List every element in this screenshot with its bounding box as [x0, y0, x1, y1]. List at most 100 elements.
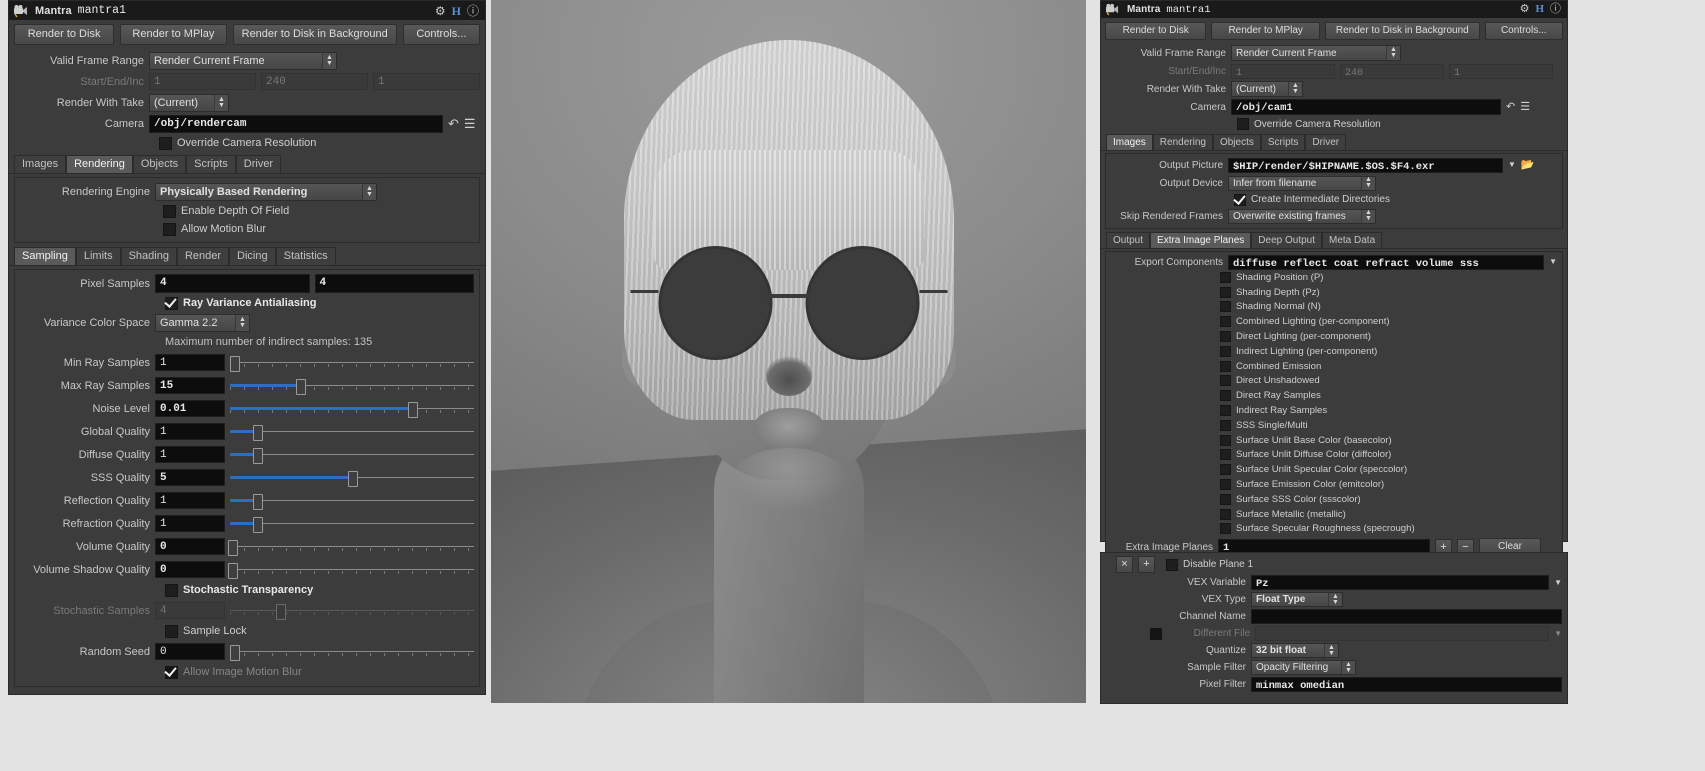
pixel-samples-y-field[interactable]: 4 — [314, 274, 474, 293]
indirect-lighting-checkbox[interactable] — [1220, 345, 1231, 357]
direct-unshadowed-checkbox[interactable] — [1220, 375, 1231, 387]
subtab-limits[interactable]: Limits — [75, 247, 121, 265]
tab-rendering[interactable]: Rendering — [66, 155, 133, 173]
frame-end-field[interactable]: 240 — [1340, 63, 1444, 79]
tab-driver[interactable]: Driver — [235, 155, 282, 173]
subtab-dicing[interactable]: Dicing — [229, 247, 276, 265]
shading-normal-checkbox[interactable] — [1220, 301, 1231, 313]
render-to-mplay-button[interactable]: Render to MPlay — [120, 24, 227, 45]
tab-scripts[interactable]: Scripts — [186, 155, 236, 173]
direct-lighting-checkbox[interactable] — [1220, 331, 1231, 343]
surface-metallic-checkbox[interactable] — [1220, 508, 1231, 520]
camera-picker-icon[interactable]: ☰ — [464, 117, 476, 130]
chevron-down-icon[interactable]: ▼ — [1554, 629, 1562, 638]
stochastic-transparency-row[interactable]: Stochastic Transparency — [15, 581, 479, 599]
render-viewport[interactable] — [491, 0, 1086, 703]
pixel-filter-field[interactable]: minmax omedian — [1251, 677, 1562, 692]
enable-depth-of-field-row[interactable]: Enable Depth Of Field — [15, 202, 479, 220]
override-camera-resolution-row[interactable]: Override Camera Resolution — [1101, 116, 1567, 132]
tab-scripts[interactable]: Scripts — [1260, 134, 1306, 150]
subtab-meta-data[interactable]: Meta Data — [1322, 232, 1383, 248]
override-camera-resolution-checkbox[interactable] — [1237, 118, 1249, 130]
min-ray-samples-slider[interactable] — [230, 355, 474, 372]
render-to-disk-bg-button[interactable]: Render to Disk in Background — [1325, 22, 1480, 40]
shading-depth-checkbox[interactable] — [1220, 286, 1231, 298]
valid-frame-range-menu[interactable]: Render Current Frame ▲ ▼ — [1231, 45, 1401, 61]
vex-type-menu[interactable]: Float Type ▲ ▼ — [1251, 592, 1343, 607]
camera-picker-icon[interactable]: ☰ — [1520, 101, 1530, 113]
noise-level-slider[interactable] — [230, 401, 474, 418]
sss-quality-slider[interactable] — [230, 470, 474, 487]
refraction-quality-slider[interactable] — [230, 516, 474, 533]
render-to-mplay-button[interactable]: Render to MPlay — [1211, 22, 1321, 40]
sss-quality-field[interactable]: 5 — [155, 469, 225, 486]
min-ray-samples-field[interactable]: 1 — [155, 354, 225, 371]
file-browser-icon[interactable]: 📂 — [1521, 159, 1535, 171]
different-file-field[interactable] — [1255, 626, 1550, 641]
stochastic-samples-slider[interactable] — [230, 603, 474, 620]
checkbox-row[interactable]: Surface Unlit Diffuse Color (diffcolor) — [1106, 448, 1562, 463]
render-with-take-menu[interactable]: (Current) ▲ ▼ — [1231, 81, 1303, 97]
export-components-field[interactable]: diffuse reflect coat refract volume sss — [1228, 254, 1545, 270]
ray-variance-antialiasing-checkbox[interactable] — [165, 296, 178, 310]
frame-start-field[interactable]: 1 — [149, 73, 256, 90]
checkbox-row[interactable]: Surface SSS Color (ssscolor) — [1106, 492, 1562, 507]
override-camera-resolution-checkbox[interactable] — [159, 136, 172, 150]
diffuse-quality-slider[interactable] — [230, 447, 474, 464]
random-seed-field[interactable]: 0 — [155, 643, 225, 660]
disable-plane-checkbox[interactable] — [1166, 558, 1178, 571]
max-ray-samples-slider[interactable] — [230, 378, 474, 395]
render-to-disk-bg-button[interactable]: Render to Disk in Background — [232, 24, 397, 45]
subtab-output[interactable]: Output — [1106, 232, 1151, 248]
checkbox-row[interactable]: Shading Depth (Pz) — [1106, 285, 1562, 300]
noise-level-field[interactable]: 0.01 — [155, 400, 225, 417]
volume-shadow-quality-slider[interactable] — [227, 562, 474, 579]
skip-rendered-frames-menu[interactable]: Overwrite existing frames ▲ ▼ — [1228, 208, 1376, 224]
chevron-down-icon[interactable]: ▼ — [1554, 578, 1562, 587]
surface-ssscolor-checkbox[interactable] — [1220, 493, 1231, 505]
volume-quality-field[interactable]: 0 — [155, 538, 225, 555]
houdini-icon[interactable]: H — [452, 5, 461, 17]
volume-shadow-quality-field[interactable]: 0 — [155, 561, 225, 578]
tab-images[interactable]: Images — [1106, 134, 1153, 150]
subtab-sampling[interactable]: Sampling — [14, 247, 76, 265]
frame-start-field[interactable]: 1 — [1231, 63, 1335, 79]
surface-basecolor-checkbox[interactable] — [1220, 434, 1231, 446]
subtab-render[interactable]: Render — [176, 247, 230, 265]
checkbox-row[interactable]: Indirect Ray Samples — [1106, 403, 1562, 418]
checkbox-row[interactable]: Surface Unlit Specular Color (speccolor) — [1106, 462, 1562, 477]
controls-button[interactable]: Controls... — [402, 24, 480, 45]
frame-end-field[interactable]: 240 — [261, 73, 368, 90]
checkbox-row[interactable]: Direct Unshadowed — [1106, 374, 1562, 389]
camera-path-field[interactable]: /obj/cam1 — [1231, 99, 1501, 115]
variance-color-space-menu[interactable]: Gamma 2.2 ▲ ▼ — [155, 313, 250, 332]
stochastic-samples-field[interactable]: 4 — [155, 602, 225, 619]
close-icon[interactable]: × — [1116, 556, 1133, 573]
subtab-shading[interactable]: Shading — [120, 247, 177, 265]
checkbox-row[interactable]: Indirect Lighting (per-component) — [1106, 344, 1562, 359]
chevron-down-icon[interactable]: ▼ — [1508, 161, 1516, 169]
sample-lock-row[interactable]: Sample Lock — [15, 622, 479, 640]
render-to-disk-button[interactable]: Render to Disk — [14, 24, 115, 45]
houdini-icon[interactable]: H — [1535, 4, 1544, 15]
stochastic-transparency-checkbox[interactable] — [165, 583, 178, 597]
add-icon[interactable]: + — [1138, 556, 1155, 573]
tab-objects[interactable]: Objects — [1212, 134, 1261, 150]
rendering-engine-menu[interactable]: Physically Based Rendering ▲ ▼ — [155, 182, 377, 201]
pixel-samples-x-field[interactable]: 4 — [155, 274, 310, 293]
refraction-quality-field[interactable]: 1 — [155, 515, 225, 532]
allow-image-motion-blur-checkbox[interactable] — [165, 665, 178, 679]
volume-quality-slider[interactable] — [227, 539, 474, 556]
gear-icon[interactable]: ⚙ — [435, 5, 446, 17]
info-icon[interactable]: ⓘ — [1550, 4, 1561, 15]
sss-single-multi-checkbox[interactable] — [1220, 419, 1231, 431]
max-ray-samples-field[interactable]: 15 — [155, 377, 225, 394]
output-device-menu[interactable]: Infer from filename ▲ ▼ — [1228, 175, 1376, 191]
checkbox-row[interactable]: Combined Emission — [1106, 359, 1562, 374]
combined-lighting-checkbox[interactable] — [1220, 316, 1231, 328]
subtab-extra-image-planes[interactable]: Extra Image Planes — [1150, 232, 1252, 248]
reload-icon[interactable]: ↶ — [448, 117, 459, 130]
quantize-menu[interactable]: 32 bit float ▲ ▼ — [1251, 643, 1339, 658]
output-picture-field[interactable]: $HIP/render/$HIPNAME.$OS.$F4.exr — [1228, 157, 1503, 173]
surface-specrough-checkbox[interactable] — [1220, 523, 1231, 535]
